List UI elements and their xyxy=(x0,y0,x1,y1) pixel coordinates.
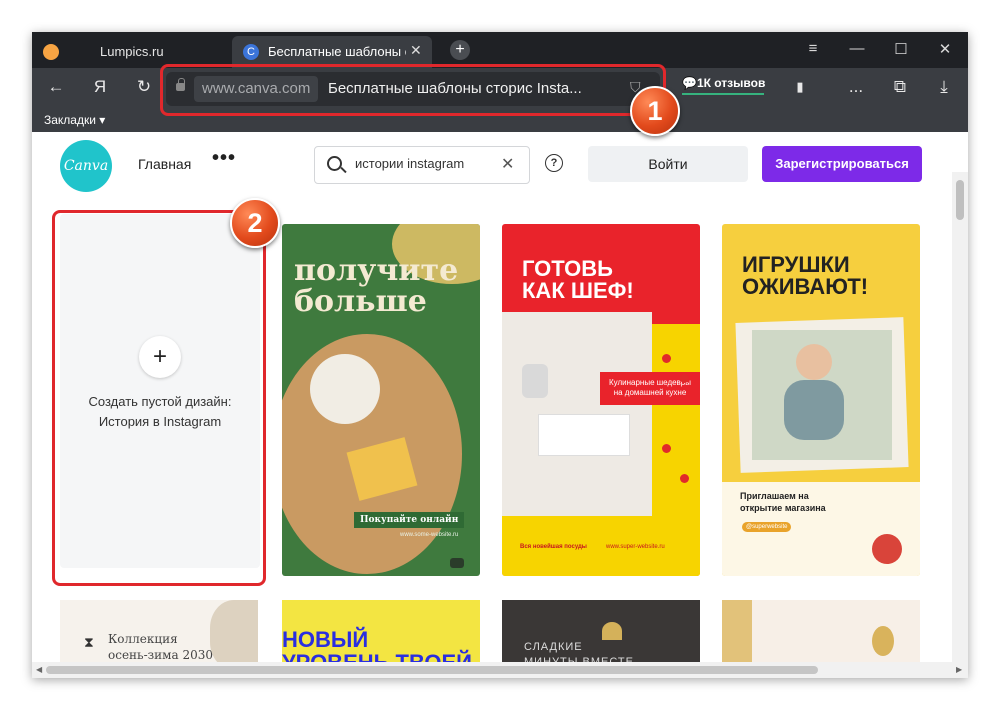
heart-decor xyxy=(602,622,622,640)
template-card-toys[interactable]: ИГРУШКИ ОЖИВАЮТ! Приглашаем на открытие … xyxy=(722,224,920,576)
kettle-shape xyxy=(522,364,548,398)
template-footer-left: Вся новейшая посуды xyxy=(520,544,587,550)
video-icon xyxy=(450,558,464,568)
reload-button[interactable]: ↻ xyxy=(132,77,156,97)
step-badge-2: 2 xyxy=(230,198,280,248)
decor-dot xyxy=(662,444,671,453)
template-footer-right: www.super-website.ru xyxy=(606,544,665,550)
template-headline: ГОТОВЬ КАК ШЕФ! xyxy=(522,256,634,304)
invite-line2: открытие магазина xyxy=(740,503,826,514)
step-badge-1: 1 xyxy=(630,86,680,136)
headline-line1: Коллекция xyxy=(108,632,178,646)
headline-line2: КАК ШЕФ! xyxy=(522,278,634,304)
photo-face xyxy=(796,344,832,380)
headline-line1: ГОТОВЬ xyxy=(522,256,613,281)
template-handle: @superwebsite xyxy=(742,522,792,532)
toy-shape xyxy=(872,534,902,564)
minimize-button[interactable]: — xyxy=(842,40,872,57)
bookmark-icon[interactable]: ▮ xyxy=(788,79,812,95)
new-tab-button[interactable]: + xyxy=(450,40,470,60)
close-tab-icon[interactable]: ✕ xyxy=(410,42,422,59)
collection-icon: ⧗ xyxy=(84,634,94,650)
template-headline: Коллекция осень-зима 2030 xyxy=(108,632,213,663)
tab-strip: Lumpics.ru C Бесплатные шаблоны с ✕ + ≡ … xyxy=(32,32,968,68)
blank-card-highlight xyxy=(52,210,266,586)
photo-body xyxy=(784,380,844,440)
tab-title: Lumpics.ru xyxy=(100,44,164,59)
close-window-button[interactable]: ✕ xyxy=(930,40,960,58)
login-button[interactable]: Войти xyxy=(588,146,748,182)
template-card-shop-online[interactable]: получите больше Покупайте онлайн www.som… xyxy=(282,224,480,576)
template-card-chef[interactable]: ГОТОВЬ КАК ШЕФ! Кулинарные шедевры на до… xyxy=(502,224,700,576)
maximize-button[interactable]: ☐ xyxy=(886,40,916,58)
template-invite: Приглашаем на открытие магазина xyxy=(740,490,826,514)
canva-favicon-icon: C xyxy=(243,44,259,60)
scrollbar-thumb[interactable] xyxy=(46,666,818,674)
headline-line2: осень-зима 2030 xyxy=(108,647,214,662)
decor-dot xyxy=(680,474,689,483)
template-footer: www.some-website.ru xyxy=(400,532,459,538)
clear-search-icon[interactable]: ✕ xyxy=(501,154,514,174)
decor-dot xyxy=(662,354,671,363)
menu-icon[interactable]: ≡ xyxy=(798,40,828,57)
downloads-icon[interactable]: ⤓ xyxy=(932,77,956,97)
decor-dot xyxy=(680,374,689,383)
scroll-right-icon[interactable]: ▶ xyxy=(956,665,962,674)
horizontal-scrollbar[interactable]: ◀ ▶ xyxy=(32,662,968,678)
back-button[interactable]: ← xyxy=(44,77,68,97)
lumpics-favicon-icon xyxy=(43,44,59,60)
browser-window: Lumpics.ru C Бесплатные шаблоны с ✕ + ≡ … xyxy=(32,32,968,678)
dish-shape xyxy=(538,414,630,456)
nav-home-link[interactable]: Главная xyxy=(138,156,191,172)
reviews-button[interactable]: 💬1К отзывов xyxy=(682,76,765,95)
plate-shape xyxy=(310,354,380,424)
headline-line1: ИГРУШКИ xyxy=(742,252,850,277)
template-search[interactable]: истории instagram ✕ xyxy=(314,146,530,184)
bookmarks-menu[interactable]: Закладки ▾ xyxy=(44,113,105,127)
more-menu-icon[interactable]: ••• xyxy=(212,147,236,170)
extensions-icon[interactable]: ⧉ xyxy=(888,77,912,97)
gold-decor xyxy=(872,626,894,656)
search-input[interactable]: истории instagram xyxy=(355,156,464,171)
yandex-home-button[interactable]: Я xyxy=(88,77,112,97)
scrollbar-thumb[interactable] xyxy=(956,180,964,220)
address-bar-highlight xyxy=(160,64,666,116)
scroll-left-icon[interactable]: ◀ xyxy=(36,665,42,674)
search-icon xyxy=(327,156,342,171)
headline-line1: получите xyxy=(294,253,459,288)
headline-line1: СЛАДКИЕ xyxy=(524,641,583,653)
headline-line1: НОВЫЙ xyxy=(282,627,369,652)
tab-title: Бесплатные шаблоны с xyxy=(268,44,406,59)
headline-line2: больше xyxy=(294,283,427,319)
invite-line1: Приглашаем на xyxy=(740,491,809,501)
template-cta: Покупайте онлайн xyxy=(354,512,465,528)
vertical-scrollbar[interactable] xyxy=(952,172,968,662)
help-icon[interactable]: ? xyxy=(545,154,563,172)
leaf-decor xyxy=(210,600,258,670)
headline-line2: ОЖИВАЮТ! xyxy=(742,274,869,300)
template-headline: ИГРУШКИ ОЖИВАЮТ! xyxy=(742,252,869,300)
signup-button[interactable]: Зарегистрироваться xyxy=(762,146,922,182)
canva-logo[interactable]: Canva xyxy=(60,140,112,192)
more-icon[interactable]: ... xyxy=(844,77,868,97)
template-headline: получите больше xyxy=(294,253,459,319)
